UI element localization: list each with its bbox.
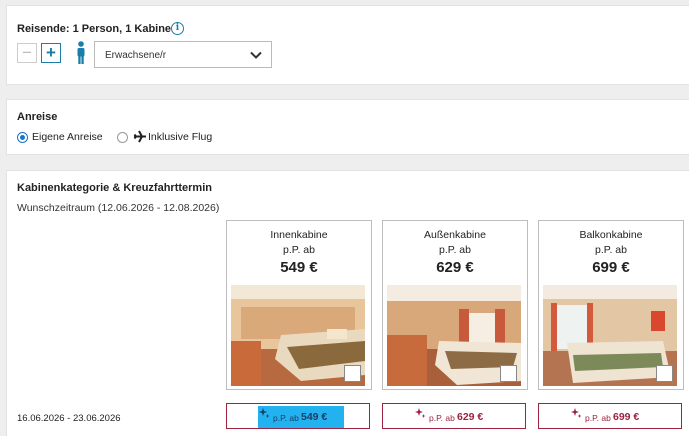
travellers-panel: Reisende: 1 Person, 1 Kabine i − + Erwac… <box>6 5 689 85</box>
sparkle-icon <box>415 408 426 418</box>
increase-travellers-button[interactable]: + <box>41 43 61 63</box>
cabin-pp-label: p.P. ab <box>439 244 471 256</box>
cabin-card-outside[interactable]: Außenkabine p.P. ab 629 € <box>382 220 528 390</box>
person-icon <box>77 41 85 64</box>
cabin-name: Balkonkabine <box>579 229 643 241</box>
travellers-title: Reisende: 1 Person, 1 Kabine <box>17 23 172 35</box>
info-icon[interactable]: i <box>171 22 184 35</box>
price-pp-label: p.P. ab <box>273 413 299 423</box>
arrival-title: Anreise <box>17 111 58 123</box>
price-amount: 629 € <box>457 411 484 423</box>
cabin-photo[interactable] <box>543 285 677 386</box>
price-button-balcony[interactable]: p.P. ab 699 € <box>538 403 682 429</box>
preferred-period: Wunschzeitraum (12.06.2026 - 12.08.2026) <box>17 202 220 214</box>
price-button-outside[interactable]: p.P. ab 629 € <box>382 403 526 429</box>
cabins-panel: Kabinenkategorie & Kreuzfahrttermin Wuns… <box>6 170 689 436</box>
cabin-photo[interactable] <box>387 285 521 386</box>
cabin-name: Außenkabine <box>424 229 486 241</box>
cabin-pp-label: p.P. ab <box>595 244 627 256</box>
cabin-card-balcony[interactable]: Balkonkabine p.P. ab 699 € <box>538 220 684 390</box>
flight-included-radio[interactable] <box>117 132 128 143</box>
cabin-price: 699 € <box>592 259 630 276</box>
own-arrival-radio[interactable] <box>17 132 28 143</box>
cabin-price: 629 € <box>436 259 474 276</box>
sailing-date: 16.06.2026 - 23.06.2026 <box>17 413 121 424</box>
traveller-type-value: Erwachsene/r <box>105 50 167 61</box>
cabin-name: Innenkabine <box>270 229 328 241</box>
price-pp-label: p.P. ab <box>429 413 455 423</box>
cabin-price: 549 € <box>280 259 318 276</box>
chevron-down-icon <box>250 51 262 59</box>
plane-icon <box>133 130 146 143</box>
price-button-inside[interactable]: p.P. ab 549 € <box>226 403 370 429</box>
expand-icon[interactable] <box>656 365 673 382</box>
cabin-card-inside[interactable]: Innenkabine p.P. ab 549 € <box>226 220 372 390</box>
arrival-panel: Anreise Eigene Anreise Inklusive Flug <box>6 99 689 155</box>
own-arrival-label[interactable]: Eigene Anreise <box>32 131 103 143</box>
cabins-title: Kabinenkategorie & Kreuzfahrttermin <box>17 182 212 194</box>
traveller-type-select[interactable]: Erwachsene/r <box>94 41 272 68</box>
price-pp-label: p.P. ab <box>585 413 611 423</box>
sparkle-icon <box>571 408 582 418</box>
expand-icon[interactable] <box>344 365 361 382</box>
expand-icon[interactable] <box>500 365 517 382</box>
price-amount: 549 € <box>301 411 328 423</box>
decrease-travellers-button[interactable]: − <box>17 43 37 63</box>
flight-included-label[interactable]: Inklusive Flug <box>148 131 212 143</box>
sparkle-icon <box>259 408 270 418</box>
cabin-pp-label: p.P. ab <box>283 244 315 256</box>
cabin-photo[interactable] <box>231 285 365 386</box>
price-amount: 699 € <box>613 411 640 423</box>
